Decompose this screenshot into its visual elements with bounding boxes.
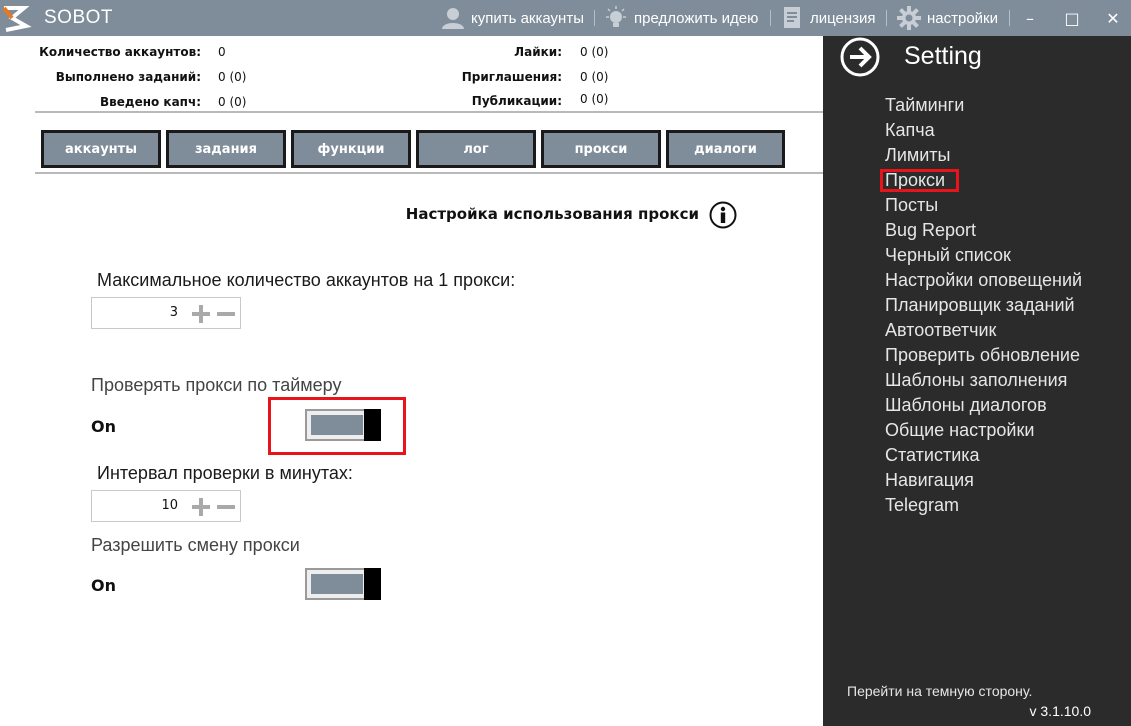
plus-icon[interactable]	[191, 304, 211, 324]
tab-proxy[interactable]: прокси	[541, 130, 661, 168]
buy-accounts-label: купить аккаунты	[471, 9, 584, 27]
menu-item-telegram[interactable]: Telegram	[885, 495, 959, 516]
panel-title: Setting	[904, 42, 982, 70]
titlebar-separator	[886, 10, 887, 26]
info-icon[interactable]	[709, 201, 737, 229]
allow-change-label: Разрешить смену прокси	[91, 535, 300, 555]
gear-icon	[897, 6, 921, 30]
menu-item-autoresponder[interactable]: Автоответчик	[885, 320, 996, 341]
suggest-idea-button[interactable]: предложить идею	[604, 0, 758, 36]
close-button[interactable]: ✕	[1100, 0, 1126, 36]
minimize-button[interactable]: –	[1017, 0, 1043, 36]
version-label: v 3.1.10.0	[1029, 703, 1092, 719]
menu-item-dialog-templates[interactable]: Шаблоны диалогов	[885, 395, 1047, 416]
title-bar: SOBOT купить аккаунты предложить идею ли…	[0, 0, 1131, 36]
allow-change-state: On	[91, 576, 116, 595]
interval-stepper[interactable]: 10	[91, 490, 241, 522]
sobot-logo-icon	[2, 6, 32, 32]
suggest-idea-label: предложить идею	[634, 9, 759, 27]
tab-log[interactable]: лог	[416, 130, 536, 168]
menu-item-limits[interactable]: Лимиты	[885, 145, 950, 166]
likes-value: 0 (0)	[580, 45, 609, 59]
max-accounts-label: Максимальное количество аккаунтов на 1 п…	[97, 270, 516, 290]
user-icon	[442, 8, 464, 29]
minus-icon[interactable]	[216, 497, 236, 517]
menu-item-general-settings[interactable]: Общие настройки	[885, 420, 1034, 441]
menu-item-captcha[interactable]: Капча	[885, 120, 935, 141]
proxy-item-highlight-box	[880, 169, 959, 192]
tab-dialogs[interactable]: диалоги	[666, 130, 785, 168]
arrow-right-icon[interactable]	[839, 36, 881, 78]
interval-label: Интервал проверки в минутах:	[97, 463, 353, 483]
menu-item-navigation[interactable]: Навигация	[885, 470, 974, 491]
license-button[interactable]: лицензия	[782, 0, 876, 36]
posts-label: Публикации:	[471, 94, 562, 108]
max-accounts-stepper[interactable]: 3	[91, 297, 241, 329]
buy-accounts-button[interactable]: купить аккаунты	[441, 0, 584, 36]
menu-item-statistics[interactable]: Статистика	[885, 445, 980, 466]
invites-value: 0 (0)	[580, 70, 609, 84]
tabs-divider	[35, 172, 823, 174]
accounts-count-value: 0	[218, 45, 226, 59]
menu-item-timings[interactable]: Тайминги	[885, 95, 964, 116]
lightbulb-icon	[606, 6, 626, 27]
max-accounts-value[interactable]: 3	[170, 305, 178, 320]
settings-panel: Setting Тайминги Капча Лимиты Прокси Пос…	[823, 36, 1131, 726]
menu-item-check-update[interactable]: Проверить обновление	[885, 345, 1080, 366]
tasks-done-label: Выполнено заданий:	[55, 70, 201, 84]
likes-label: Лайки:	[514, 45, 562, 59]
allow-change-toggle[interactable]	[305, 568, 381, 600]
tasks-done-value: 0 (0)	[218, 70, 247, 84]
maximize-button[interactable]: □	[1059, 0, 1085, 36]
menu-item-scheduler[interactable]: Планировщик заданий	[885, 295, 1075, 316]
captcha-count-label: Введено капч:	[100, 95, 201, 109]
document-icon	[784, 7, 800, 28]
menu-item-posts[interactable]: Посты	[885, 195, 938, 216]
proxy-settings-title: Настройка использования прокси	[405, 205, 699, 223]
interval-value[interactable]: 10	[161, 498, 178, 513]
menu-item-notifications[interactable]: Настройки оповещений	[885, 270, 1082, 291]
toggle-highlight-box	[268, 397, 406, 455]
plus-icon[interactable]	[191, 497, 211, 517]
license-label: лицензия	[810, 9, 876, 27]
toggle-track	[311, 574, 363, 594]
minus-icon[interactable]	[216, 304, 236, 324]
app-title: SOBOT	[44, 7, 114, 28]
accounts-count-label: Количество аккаунтов:	[39, 45, 201, 59]
captcha-count-value: 0 (0)	[218, 95, 247, 109]
tab-tasks[interactable]: задания	[166, 130, 286, 168]
check-timer-state: On	[91, 417, 116, 436]
tab-functions[interactable]: функции	[291, 130, 411, 168]
toggle-knob[interactable]	[364, 568, 381, 600]
titlebar-separator	[594, 10, 595, 26]
dark-side-link[interactable]: Перейти на темную сторону.	[847, 683, 1032, 699]
titlebar-separator	[770, 10, 771, 26]
settings-button[interactable]: настройки	[897, 0, 998, 36]
tab-accounts[interactable]: аккаунты	[41, 130, 161, 168]
settings-label: настройки	[927, 9, 999, 27]
invites-label: Приглашения:	[461, 70, 562, 84]
check-timer-label: Проверять прокси по таймеру	[91, 375, 342, 395]
posts-value: 0 (0)	[580, 92, 609, 106]
titlebar-separator	[1009, 10, 1010, 26]
menu-item-fill-templates[interactable]: Шаблоны заполнения	[885, 370, 1067, 391]
menu-item-blacklist[interactable]: Черный список	[885, 245, 1011, 266]
menu-item-bug-report[interactable]: Bug Report	[885, 220, 976, 241]
stats-divider	[35, 111, 823, 113]
